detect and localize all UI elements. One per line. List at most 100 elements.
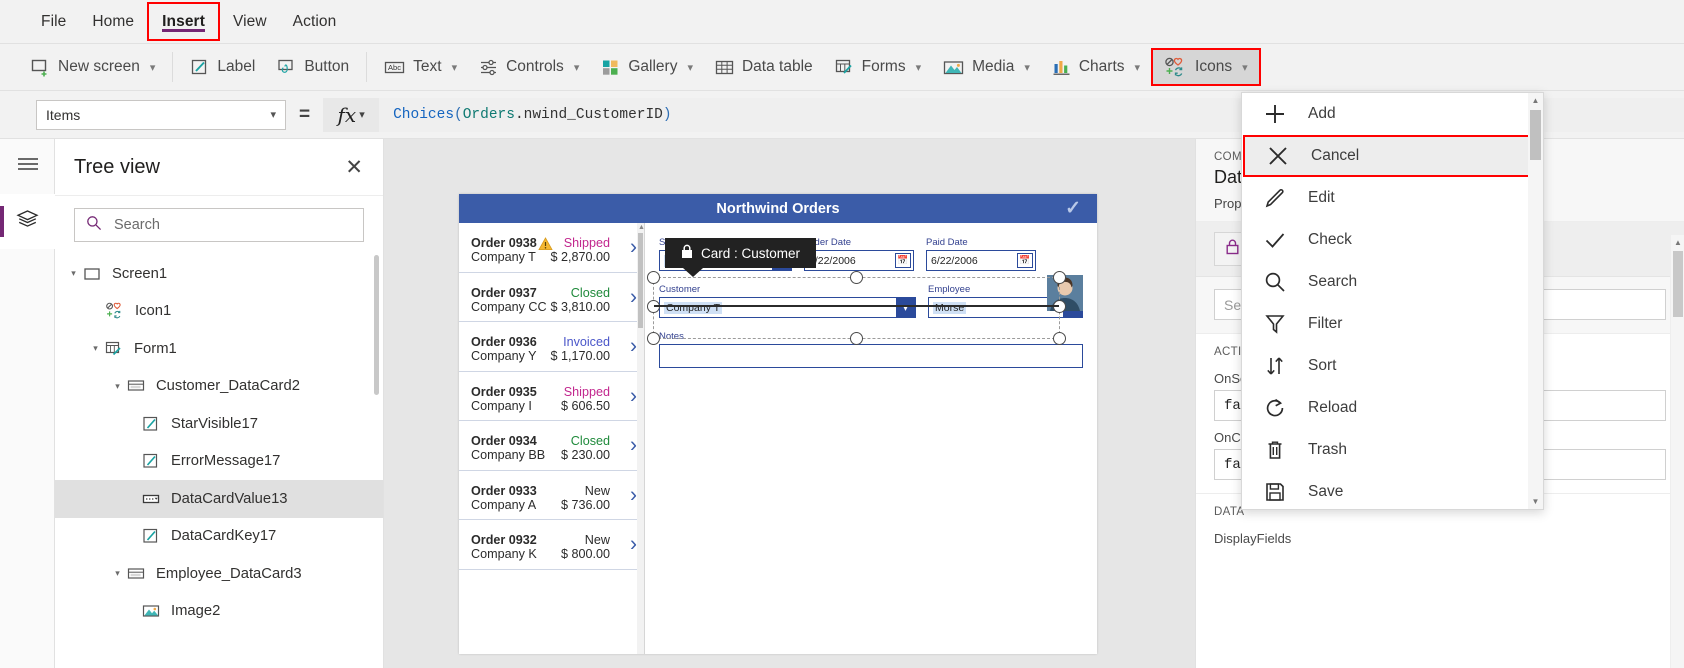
menu-item-home[interactable]: Home bbox=[79, 0, 147, 43]
icons-menu-item-label: Edit bbox=[1308, 189, 1335, 206]
property-selector[interactable]: Items ▾ bbox=[36, 99, 286, 130]
tree-node-icon1[interactable]: Icon1 bbox=[55, 293, 383, 331]
chevron-right-icon[interactable]: › bbox=[630, 385, 637, 406]
expand-triangle-icon[interactable]: ▾ bbox=[89, 343, 102, 354]
tree-node-datacardkey17[interactable]: DataCardKey17 bbox=[55, 518, 383, 556]
chevron-right-icon[interactable]: › bbox=[630, 534, 637, 555]
trash-icon bbox=[1262, 439, 1288, 461]
resize-handle-sw[interactable] bbox=[647, 332, 660, 345]
tree-node-form1[interactable]: ▾ Form1 bbox=[55, 330, 383, 368]
scroll-up-arrow-icon[interactable]: ▲ bbox=[1528, 93, 1543, 108]
resize-handle-e[interactable] bbox=[1053, 300, 1066, 313]
chevron-right-icon[interactable]: › bbox=[630, 435, 637, 456]
notes-input[interactable] bbox=[659, 344, 1083, 368]
icons-dropdown-scrollbar[interactable]: ▲ ▼ bbox=[1528, 93, 1543, 509]
tree-node-errormessage17[interactable]: ErrorMessage17 bbox=[55, 443, 383, 481]
forms-icon bbox=[835, 58, 854, 77]
scrollbar-thumb[interactable] bbox=[638, 233, 643, 328]
icons-menu-item-add[interactable]: Add bbox=[1242, 93, 1543, 135]
expand-triangle-icon[interactable]: ▾ bbox=[111, 381, 124, 392]
paid-date-input[interactable]: 6/22/2006 📅 bbox=[926, 250, 1036, 271]
tree-node-employee-datacard3[interactable]: ▾ Employee_DataCard3 bbox=[55, 555, 383, 593]
fx-button[interactable]: fx ▾ bbox=[323, 97, 380, 132]
ribbon-label: Gallery bbox=[628, 58, 678, 75]
ribbon-label-button[interactable]: Label bbox=[179, 48, 266, 86]
icons-menu-item-filter[interactable]: Filter bbox=[1242, 303, 1543, 345]
ribbon-forms-button[interactable]: Forms ▾ bbox=[824, 48, 932, 86]
ribbon-icons-button[interactable]: Icons ▾ bbox=[1151, 48, 1261, 86]
tree-node-datacardvalue13[interactable]: DataCardValue13 bbox=[55, 480, 383, 518]
tree-scrollbar[interactable] bbox=[374, 255, 379, 395]
tree-search-box[interactable] bbox=[74, 208, 364, 242]
menu-item-action[interactable]: Action bbox=[280, 0, 350, 43]
check-icon[interactable]: ✓ bbox=[1065, 197, 1081, 220]
resize-handle-s[interactable] bbox=[849, 332, 863, 345]
icons-menu-item-sort[interactable]: Sort bbox=[1242, 345, 1543, 387]
search-input[interactable] bbox=[112, 216, 352, 234]
icons-menu-item-search[interactable]: Search bbox=[1242, 261, 1543, 303]
scroll-down-arrow-icon[interactable]: ▼ bbox=[1528, 494, 1543, 509]
resize-handle-se[interactable] bbox=[1053, 332, 1066, 345]
list-item[interactable]: Order 0935 Shipped Company I $ 606.50 › bbox=[459, 372, 644, 421]
ribbon-data-table-button[interactable]: Data table bbox=[704, 48, 824, 86]
scrollbar-thumb[interactable] bbox=[1530, 110, 1541, 160]
resize-handle-w[interactable] bbox=[647, 300, 660, 313]
icons-menu-item-save[interactable]: Save bbox=[1242, 471, 1543, 513]
calendar-icon[interactable]: 📅 bbox=[895, 253, 911, 268]
icons-menu-item-reload[interactable]: Reload bbox=[1242, 387, 1543, 429]
resize-handle-ne[interactable] bbox=[1053, 271, 1066, 284]
ribbon-button-button[interactable]: Button bbox=[266, 48, 360, 86]
ribbon-new-screen-button[interactable]: New screen ▾ bbox=[20, 48, 166, 86]
calendar-icon[interactable]: 📅 bbox=[1017, 253, 1033, 268]
chevron-right-icon[interactable]: › bbox=[630, 237, 637, 258]
gallery-scrollbar[interactable]: ▲ bbox=[637, 223, 645, 654]
icons-menu-item-edit[interactable]: Edit bbox=[1242, 177, 1543, 219]
scrollbar-thumb[interactable] bbox=[1673, 251, 1683, 317]
tree-node-customer-datacard2[interactable]: ▾ Customer_DataCard2 bbox=[55, 368, 383, 406]
tree-node-label: Icon1 bbox=[135, 303, 172, 320]
list-item[interactable]: Order 0938 Shipped Company T $ 2,870.00 … bbox=[459, 223, 644, 273]
list-item[interactable]: Order 0932 New Company K $ 800.00 › bbox=[459, 520, 644, 570]
expand-triangle-icon[interactable]: ▾ bbox=[111, 568, 124, 579]
ribbon-controls-button[interactable]: Controls ▾ bbox=[468, 48, 590, 86]
tree-node-image2[interactable]: Image2 bbox=[55, 593, 383, 631]
ribbon-gallery-button[interactable]: Gallery ▾ bbox=[590, 48, 704, 86]
list-item[interactable]: Order 0936 Invoiced Company Y $ 1,170.00… bbox=[459, 322, 644, 372]
ribbon-media-button[interactable]: Media ▾ bbox=[932, 48, 1041, 86]
chevron-right-icon[interactable]: › bbox=[630, 484, 637, 505]
property-selector-value: Items bbox=[46, 106, 81, 123]
resize-handle-nw[interactable] bbox=[647, 271, 660, 284]
selected-card-outline[interactable]: Card : Customer bbox=[647, 238, 1066, 345]
chevron-down-icon: ▾ bbox=[270, 109, 276, 121]
ribbon-charts-button[interactable]: Charts ▾ bbox=[1041, 48, 1151, 86]
ribbon-text-button[interactable]: Abc Text ▾ bbox=[373, 48, 468, 86]
order-company: Company A bbox=[471, 497, 537, 512]
hamburger-menu-button[interactable] bbox=[0, 139, 55, 194]
properties-scrollbar[interactable]: ▲ bbox=[1670, 235, 1684, 668]
chevron-right-icon[interactable]: › bbox=[630, 336, 637, 357]
scroll-up-arrow-icon[interactable]: ▲ bbox=[638, 224, 645, 231]
scroll-up-arrow-icon[interactable]: ▲ bbox=[1671, 235, 1684, 249]
icons-icon bbox=[103, 302, 127, 320]
list-item[interactable]: Order 0934 Closed Company BB $ 230.00 › bbox=[459, 421, 644, 471]
icons-menu-item-trash[interactable]: Trash bbox=[1242, 429, 1543, 471]
icons-menu-item-check[interactable]: Check bbox=[1242, 219, 1543, 261]
label-icon bbox=[139, 415, 163, 433]
chevron-right-icon[interactable]: › bbox=[630, 286, 637, 307]
close-icon[interactable]: ✕ bbox=[345, 157, 363, 178]
tree-node-starvisible17[interactable]: StarVisible17 bbox=[55, 405, 383, 443]
list-item[interactable]: Order 0937 Closed Company CC $ 3,810.00 … bbox=[459, 273, 644, 322]
ribbon-label: Text bbox=[413, 58, 442, 75]
order-amount: $ 800.00 bbox=[560, 547, 610, 562]
icons-menu-item-cancel[interactable]: Cancel bbox=[1243, 135, 1542, 177]
tree-node-screen1[interactable]: ▾ Screen1 bbox=[55, 255, 383, 293]
menu-item-insert[interactable]: Insert bbox=[147, 2, 220, 41]
order-id: Order 0933 bbox=[471, 483, 537, 498]
list-item[interactable]: Order 0933 New Company A $ 736.00 › bbox=[459, 471, 644, 520]
menu-item-file[interactable]: File bbox=[28, 0, 79, 43]
order-date-input[interactable]: 6/22/2006 📅 bbox=[804, 250, 914, 271]
menu-item-view[interactable]: View bbox=[220, 0, 280, 43]
expand-triangle-icon[interactable]: ▾ bbox=[67, 268, 80, 279]
rail-item-tree-view[interactable] bbox=[0, 194, 55, 249]
resize-handle-n[interactable] bbox=[849, 271, 863, 284]
